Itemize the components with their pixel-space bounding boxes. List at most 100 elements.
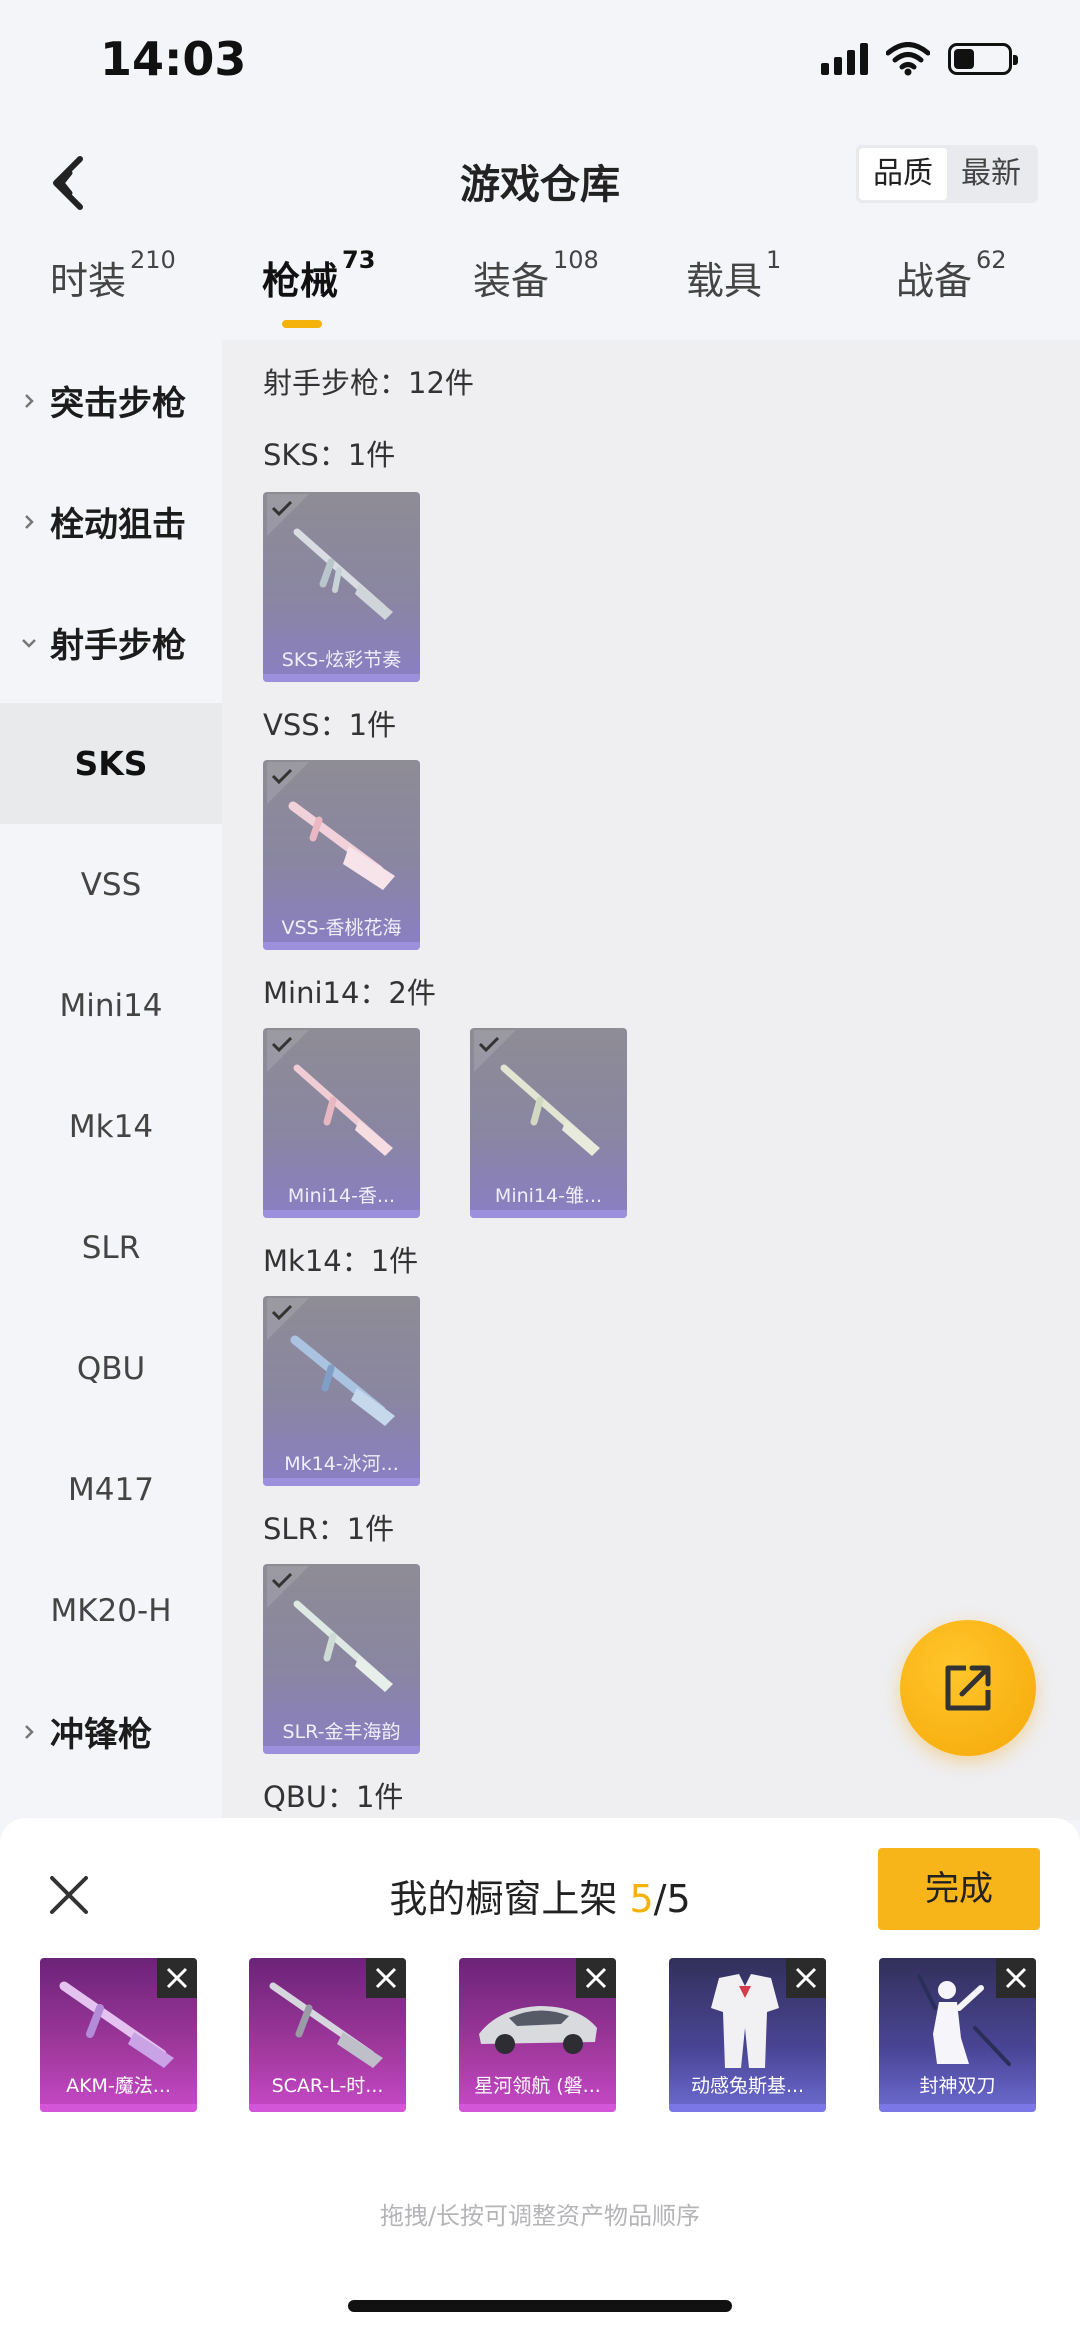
showcase-item[interactable]: 动感兔斯基... — [669, 1958, 826, 2112]
close-icon — [375, 1967, 397, 1989]
item-name: Mini14-雏... — [494, 1185, 603, 1207]
item-list[interactable]: 射手步枪：12件 SKS：1件 SKS-炫彩节奏 VSS：1件 VSS-香桃花海… — [222, 340, 1080, 1820]
tab-supplies[interactable]: 战备 62 — [896, 246, 1007, 305]
close-icon — [585, 1967, 607, 1989]
showcase-count: 5 — [629, 1877, 654, 1921]
rifle-icon — [288, 801, 395, 890]
rarity-bar — [459, 2104, 616, 2112]
remove-item-button[interactable] — [157, 1958, 197, 1998]
sort-quality-option[interactable]: 品质 — [859, 148, 947, 200]
item-name: SLR-金丰海韵 — [282, 1721, 401, 1743]
sidebar-item-marksman-rifles[interactable]: 射手步枪 — [0, 582, 222, 703]
sidebar-item-vss[interactable]: VSS — [0, 824, 222, 945]
item-card-vss[interactable]: VSS-香桃花海 — [263, 760, 420, 950]
section-label-mk14: Mk14：1件 — [263, 1244, 419, 1278]
rifle-icon — [293, 528, 393, 620]
cellular-signal-icon — [821, 43, 868, 75]
showcase-item[interactable]: 星河领航 (磐... — [459, 1958, 616, 2112]
item-card-mk14[interactable]: Mk14-冰河... — [263, 1296, 420, 1486]
active-tab-indicator — [282, 320, 322, 328]
sidebar-item-mk14[interactable]: Mk14 — [0, 1066, 222, 1187]
sidebar-item-smg[interactable]: 冲锋枪 — [0, 1671, 222, 1792]
rarity-bar — [669, 2104, 826, 2112]
tab-vehicles[interactable]: 载具 1 — [686, 246, 781, 305]
chevron-right-icon — [25, 393, 34, 408]
section-label-vss: VSS：1件 — [263, 708, 397, 742]
done-button[interactable]: 完成 — [878, 1848, 1040, 1930]
rarity-bar — [879, 2104, 1036, 2112]
tab-count: 210 — [130, 246, 176, 274]
remove-item-button[interactable] — [366, 1958, 406, 1998]
sidebar-item-bolt-action[interactable]: 栓动狙击 — [0, 461, 222, 582]
remove-item-button[interactable] — [786, 1958, 826, 1998]
sheet-title-text: 我的橱窗上架 — [389, 1877, 630, 1921]
item-card-mini14-1[interactable]: Mini14-香... — [263, 1028, 420, 1218]
sidebar-item-mini14[interactable]: Mini14 — [0, 945, 222, 1066]
sidebar-item-slr[interactable]: SLR — [0, 1187, 222, 1308]
showcase-item-name: SCAR-L-时... — [271, 2075, 384, 2097]
tab-label: 载具 — [686, 259, 763, 303]
tab-fashion[interactable]: 时装 210 — [50, 246, 176, 305]
sidebar-item-sks[interactable]: SKS — [0, 703, 222, 824]
tab-label: 装备 — [473, 259, 550, 303]
sidebar-item-qbu[interactable]: QBU — [0, 1308, 222, 1429]
tab-label: 枪械 — [262, 259, 339, 303]
remove-item-button[interactable] — [996, 1958, 1036, 1998]
battery-icon — [948, 43, 1018, 75]
status-bar: 14:03 — [0, 0, 1080, 130]
share-button[interactable] — [900, 1620, 1036, 1756]
tab-count: 62 — [976, 246, 1007, 274]
showcase-total: /5 — [653, 1877, 691, 1921]
rarity-bar — [40, 2104, 197, 2112]
rarity-bar — [263, 1210, 420, 1218]
remove-item-button[interactable] — [576, 1958, 616, 1998]
rarity-bar — [263, 1746, 420, 1754]
section-label-qbu: QBU：1件 — [263, 1780, 404, 1814]
close-button[interactable] — [44, 1870, 94, 1920]
item-card-mini14-2[interactable]: Mini14-雏... — [470, 1028, 627, 1218]
rifle-icon — [293, 1064, 393, 1156]
sidebar: 突击步枪 栓动狙击 射手步枪 SKS VSS Mini14 Mk14 SLR Q… — [0, 340, 222, 1820]
close-icon — [50, 1876, 88, 1914]
showcase-item[interactable]: AKM-魔法... — [40, 1958, 197, 2112]
back-button[interactable] — [40, 148, 100, 218]
section-label-sks: SKS：1件 — [263, 438, 396, 472]
sidebar-item-label: 射手步枪 — [50, 626, 186, 666]
rifle-icon — [500, 1064, 600, 1156]
reorder-hint: 拖拽/长按可调整资产物品顺序 — [379, 2202, 701, 2230]
rarity-bar — [263, 942, 420, 950]
item-card-sks[interactable]: SKS-炫彩节奏 — [263, 492, 420, 682]
sidebar-item-m417[interactable]: M417 — [0, 1429, 222, 1550]
chevron-right-icon — [25, 1724, 34, 1739]
rifle-icon — [293, 1600, 393, 1692]
share-icon — [945, 1665, 991, 1711]
rarity-bar — [263, 674, 420, 682]
showcase-item-name: 动感兔斯基... — [690, 2075, 805, 2097]
status-icons — [821, 42, 1018, 76]
category-count-label: 射手步枪：12件 — [263, 366, 474, 400]
item-name: Mk14-冰河... — [284, 1453, 399, 1475]
tab-count: 73 — [342, 246, 376, 274]
rarity-bar — [263, 1478, 420, 1486]
tab-label: 战备 — [896, 259, 973, 303]
tab-count: 1 — [766, 246, 782, 274]
item-name: SKS-炫彩节奏 — [281, 649, 402, 671]
item-card-slr[interactable]: SLR-金丰海韵 — [263, 1564, 420, 1754]
sidebar-item-label: 冲锋枪 — [50, 1715, 152, 1755]
section-label-mini14: Mini14：2件 — [263, 976, 436, 1010]
section-label-slr: SLR：1件 — [263, 1512, 395, 1546]
item-name: VSS-香桃花海 — [281, 917, 402, 939]
tab-equipment[interactable]: 装备 108 — [473, 246, 599, 305]
rifle-icon — [290, 1335, 395, 1426]
sort-newest-option[interactable]: 最新 — [947, 148, 1035, 200]
showcase-item[interactable]: SCAR-L-时... — [249, 1958, 406, 2112]
header: 游戏仓库 品质 最新 — [0, 130, 1080, 240]
sidebar-item-mk20h[interactable]: MK20-H — [0, 1550, 222, 1671]
showcase-item-name: AKM-魔法... — [66, 2075, 171, 2097]
sidebar-item-label: 栓动狙击 — [50, 505, 186, 545]
showcase-item[interactable]: 封神双刀 — [879, 1958, 1036, 2112]
category-tabs: 时装 210 枪械 73 装备 108 载具 1 战备 62 — [0, 246, 1080, 340]
sidebar-item-assault-rifles[interactable]: 突击步枪 — [0, 340, 222, 461]
showcase-item-name: 星河领航 (磐... — [474, 2075, 601, 2097]
tab-firearms[interactable]: 枪械 73 — [262, 246, 375, 305]
